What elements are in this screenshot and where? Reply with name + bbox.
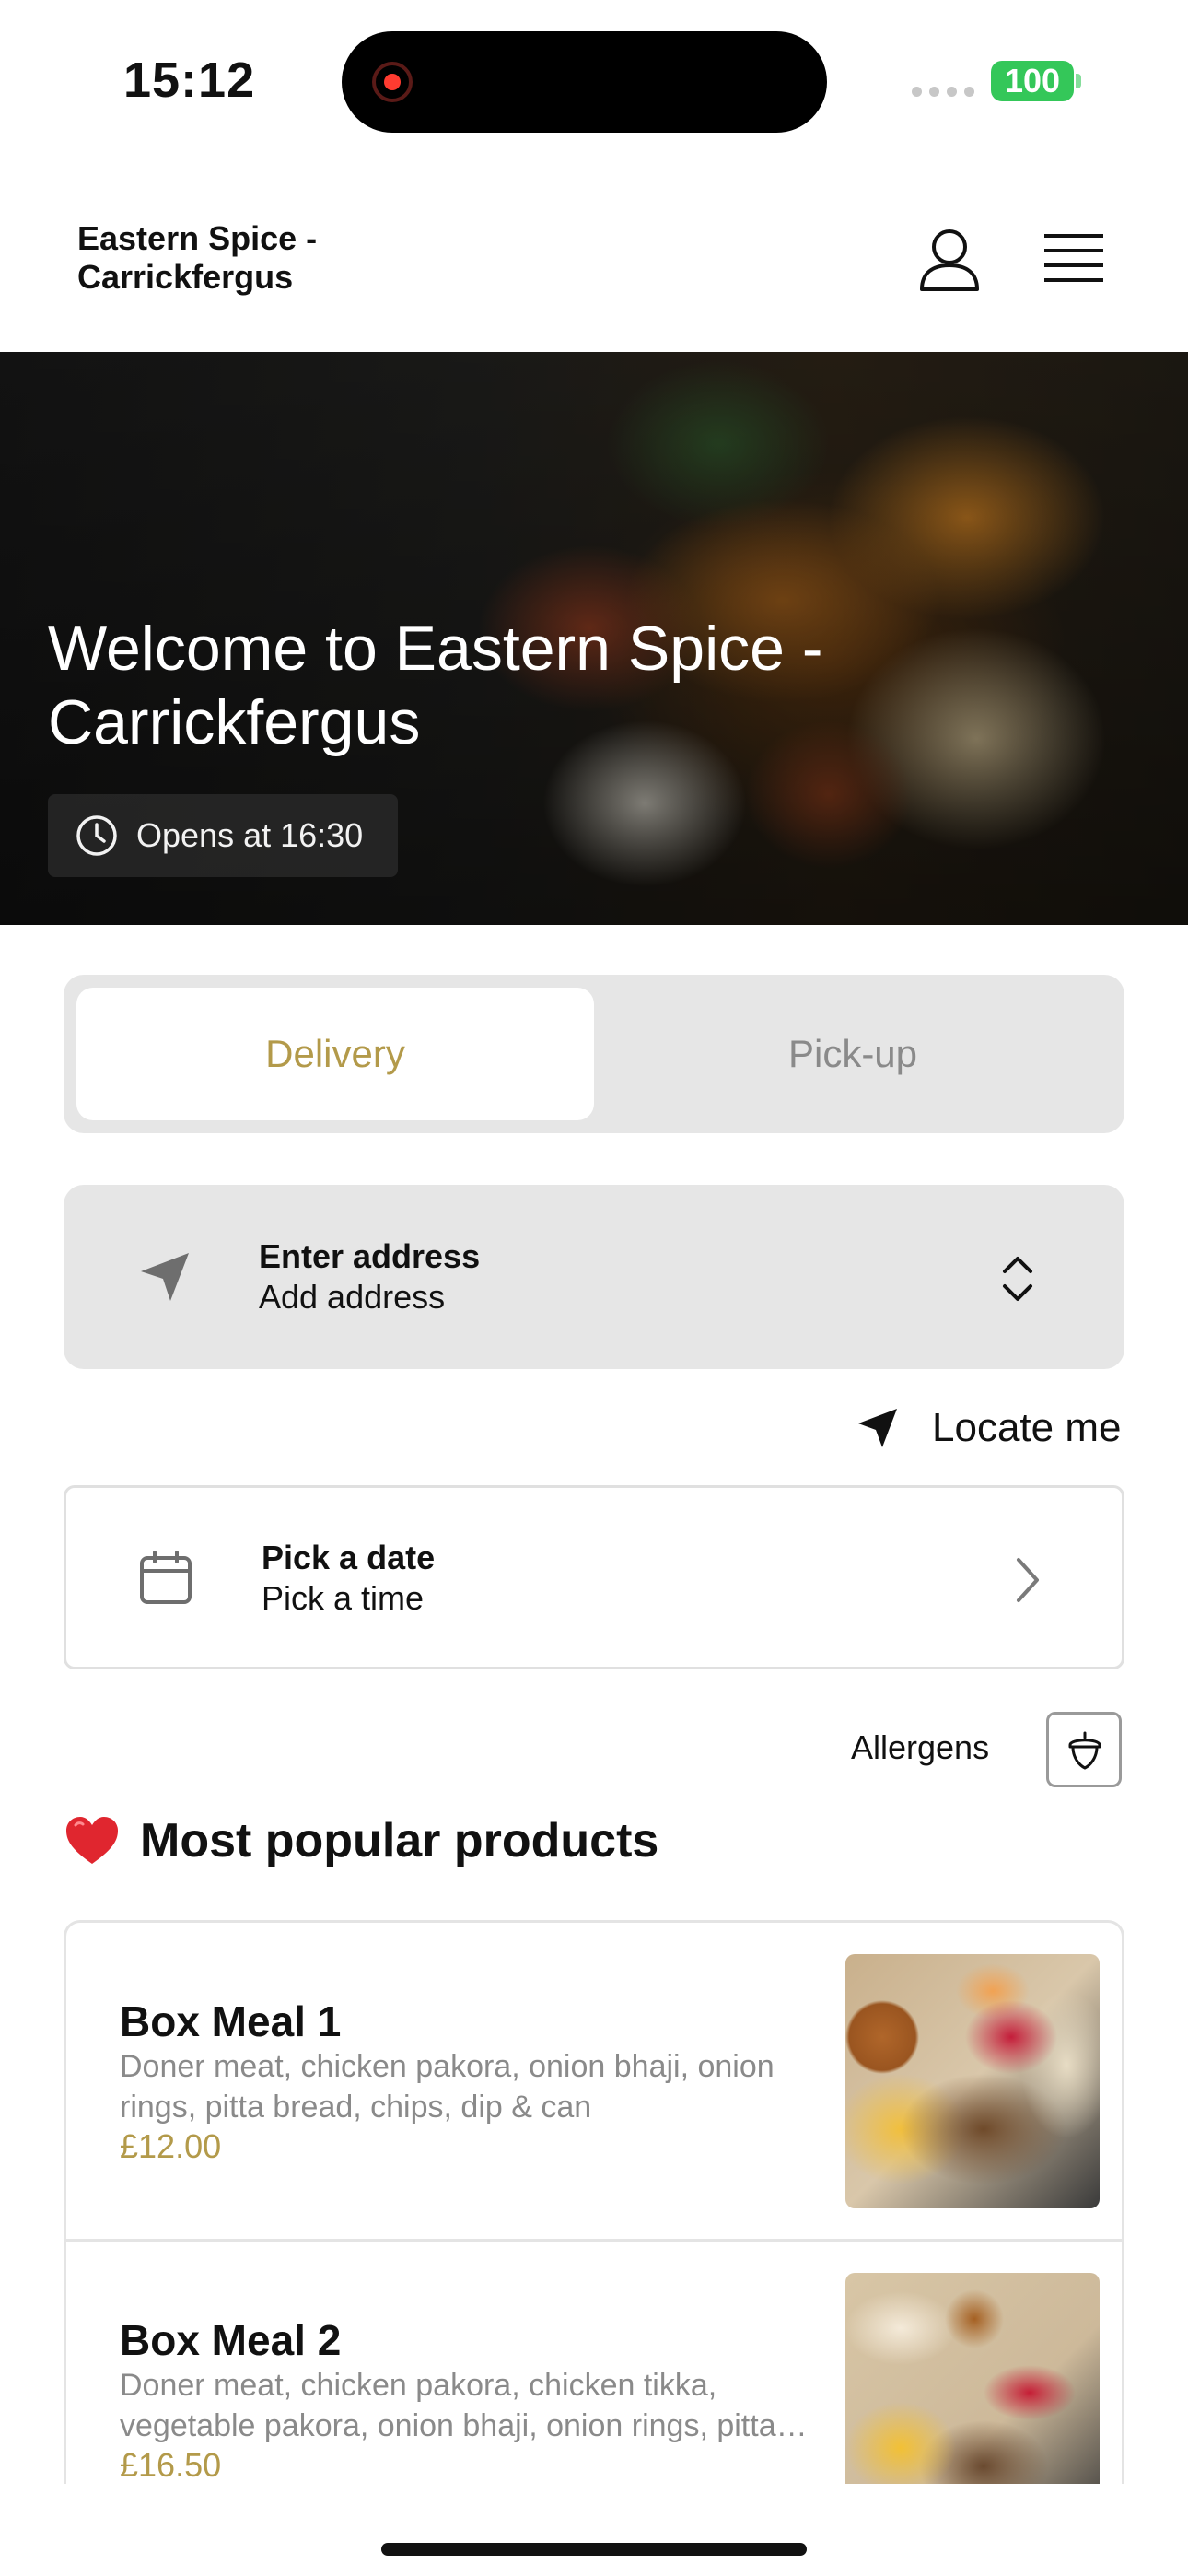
order-mode-toggle: Delivery Pick-up <box>64 975 1124 1133</box>
menu-button[interactable] <box>1042 230 1105 286</box>
product-name: Box Meal 1 <box>120 1997 342 2045</box>
product-description: Doner meat, chicken pakora, chicken tikk… <box>120 2368 776 2443</box>
status-bar: 15:12 100 <box>0 0 1188 166</box>
restaurant-name[interactable]: Eastern Spice - Carrickfergus <box>77 219 409 297</box>
app-screen: 15:12 100 Eastern Spice - Carrickfergus <box>0 0 1188 2576</box>
opening-hours-badge: Opens at 16:30 <box>48 794 399 877</box>
schedule-picker[interactable]: Pick a date Pick a time <box>64 1485 1124 1669</box>
acorn-icon <box>1068 1731 1101 1770</box>
popular-section-title: Most popular products <box>64 1813 658 1868</box>
hero-title: Welcome to Eastern Spice - Carrickfergus <box>48 614 823 757</box>
heart-icon <box>66 1817 118 1864</box>
popular-products-list: Box Meal 1 Doner meat, chicken pakora, o… <box>64 1920 1124 2484</box>
tab-delivery[interactable]: Delivery <box>76 988 594 1120</box>
locate-me-button[interactable]: Locate me <box>855 1400 1121 1456</box>
address-selector[interactable]: Enter address Add address <box>64 1185 1124 1369</box>
popular-title-text: Most popular products <box>140 1814 659 1868</box>
signal-icon <box>912 87 974 97</box>
battery-indicator: 100 <box>991 61 1074 101</box>
allergens-label: Allergens <box>851 1728 990 1766</box>
product-price: £12.00 <box>120 2127 222 2165</box>
battery-tip <box>1076 74 1081 88</box>
product-name: Box Meal 2 <box>120 2316 342 2364</box>
locate-me-label: Locate me <box>932 1405 1122 1450</box>
product-image <box>845 2273 1100 2484</box>
app-header: Eastern Spice - Carrickfergus <box>0 212 1188 350</box>
recording-indicator-icon <box>372 62 413 102</box>
home-indicator[interactable] <box>381 2543 807 2556</box>
tab-pickup[interactable]: Pick-up <box>594 988 1112 1120</box>
locate-arrow-icon <box>858 1409 897 1447</box>
menu-icon <box>1044 234 1103 282</box>
schedule-title: Pick a date <box>262 1539 436 1576</box>
product-card[interactable]: Box Meal 1 Doner meat, chicken pakora, o… <box>66 1923 1122 2242</box>
schedule-subtitle: Pick a time <box>262 1579 425 1617</box>
hero-banner: Welcome to Eastern Spice - Carrickfergus… <box>0 352 1188 925</box>
product-price: £16.50 <box>120 2446 222 2484</box>
navigation-arrow-icon <box>141 1253 189 1301</box>
chevron-up-down-icon <box>1003 1257 1032 1301</box>
address-text: Enter address Add address <box>259 1236 480 1317</box>
product-image <box>845 1954 1100 2208</box>
account-button[interactable] <box>915 225 984 293</box>
allergens-button[interactable] <box>1046 1712 1122 1787</box>
product-description: Doner meat, chicken pakora, onion bhaji,… <box>120 2049 775 2125</box>
calendar-icon <box>140 1551 192 1604</box>
status-time: 15:12 <box>123 53 256 108</box>
address-subtitle: Add address <box>259 1278 446 1316</box>
chevron-right-icon <box>1017 1558 1039 1602</box>
user-icon <box>920 229 979 291</box>
schedule-text: Pick a date Pick a time <box>262 1538 435 1619</box>
bottom-safe-area <box>0 2484 1188 2576</box>
opens-text: Opens at 16:30 <box>136 816 364 854</box>
address-title: Enter address <box>259 1237 481 1275</box>
product-card[interactable]: Box Meal 2 Doner meat, chicken pakora, c… <box>66 2242 1122 2484</box>
dynamic-island <box>342 31 827 133</box>
clock-icon <box>76 815 117 856</box>
